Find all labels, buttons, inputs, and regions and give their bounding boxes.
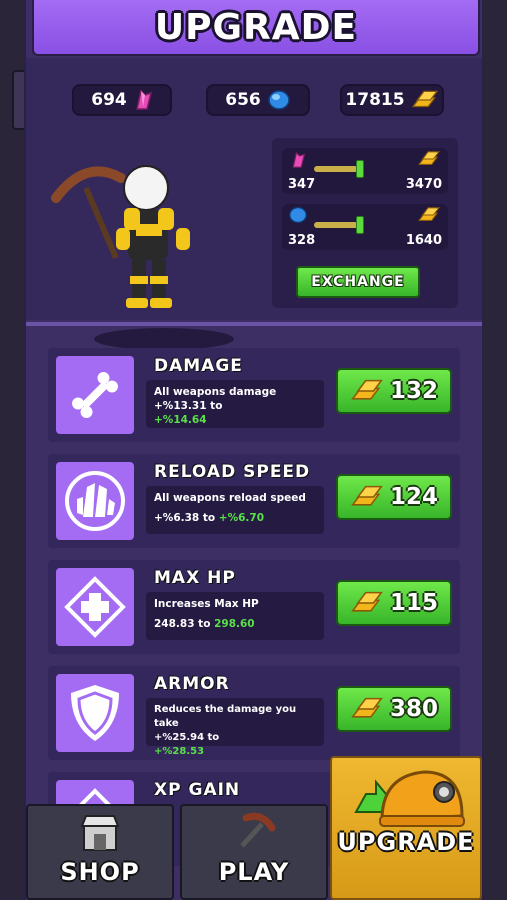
exchange-slider-handle[interactable] (356, 160, 364, 178)
buy-max-hp-button[interactable]: 115 (336, 580, 452, 626)
upgrade-name: MAX HP (154, 568, 236, 588)
character-preview (46, 148, 246, 358)
section-divider (26, 322, 482, 326)
buy-damage-button[interactable]: 132 (336, 368, 452, 414)
upgrade-card-damage: DAMAGE All weapons damage +%13.31 to +%1… (48, 348, 460, 442)
exchange-gold-amount: 1640 (405, 233, 442, 248)
title-bar: UPGRADE (32, 0, 480, 56)
upgrade-current-value: +%6.38 to (154, 512, 216, 524)
exchange-slider-track (314, 222, 358, 228)
upgrade-name: DAMAGE (154, 356, 243, 376)
pickaxe-icon (240, 812, 276, 848)
miner-helmet-icon (354, 770, 465, 827)
upgrade-current-value: +%25.94 to (154, 732, 220, 743)
upgrade-name: ARMOR (154, 674, 230, 694)
upgrade-desc-text: All weapons damage (154, 386, 277, 398)
gold-count: 17815 (345, 90, 405, 110)
upgrade-next-value: +%14.64 (154, 414, 207, 426)
upgrade-next-value: 298.60 (214, 618, 255, 630)
upgrade-description: All weapons reload speed +%6.38 to +%6.7… (146, 486, 324, 534)
buy-armor-button[interactable]: 380 (336, 686, 452, 732)
upgrade-desc-text: Reduces the damage you take (154, 704, 297, 729)
crystal-counter: 656 (206, 84, 310, 116)
upgrade-card-armor: ARMOR Reduces the damage you take +%25.9… (48, 666, 460, 760)
gold-bars-icon (411, 90, 438, 108)
gem-counter: 694 (72, 84, 172, 116)
gold-bars-icon (351, 485, 383, 506)
blue-crystal-icon (268, 90, 290, 110)
upgrade-description: Increases Max HP 248.83 to 298.60 (146, 592, 324, 640)
pink-gem-icon (135, 89, 152, 110)
blue-crystal-icon (289, 207, 307, 223)
exchange-panel: 347 3470 328 1640 EXCHANGE (272, 138, 458, 308)
upgrade-values: 248.83 to 298.60 (154, 617, 316, 631)
upgrade-name: XP GAIN (154, 780, 241, 800)
pink-gem-icon (292, 151, 306, 168)
health-cross-icon (56, 568, 134, 646)
gold-bars-icon (351, 591, 383, 612)
gold-counter: 17815 (340, 84, 444, 116)
bone-icon (56, 356, 134, 434)
crystal-cluster-icon (56, 462, 134, 540)
nav-shop-label: SHOP (60, 858, 140, 886)
miner-character-icon (51, 165, 190, 308)
exchange-slider-handle[interactable] (356, 216, 364, 234)
exchange-gem-amount: 347 (288, 177, 316, 192)
upgrade-price: 380 (389, 696, 438, 722)
upgrade-card-max-hp: MAX HP Increases Max HP 248.83 to 298.60… (48, 560, 460, 654)
crystal-count: 656 (225, 90, 261, 110)
exchange-row-crystals: 328 1640 (282, 204, 448, 250)
bottom-navigation: SHOP PLAY UPGRADE (24, 756, 484, 900)
upgrade-price: 124 (389, 484, 438, 510)
upgrade-current-value: +%13.31 to (154, 400, 223, 412)
upgrade-description: Reduces the damage you take +%25.94 to +… (146, 698, 324, 757)
nav-shop-button[interactable]: SHOP (26, 804, 174, 900)
gold-bars-icon (418, 151, 440, 165)
upgrade-price: 115 (389, 590, 438, 616)
exchange-slider-track (314, 166, 358, 172)
upgrade-desc-text: Increases Max HP (154, 598, 259, 610)
exchange-crystal-amount: 328 (288, 233, 316, 248)
upgrade-next-value: +%6.70 (218, 512, 265, 524)
upgrade-desc-text: All weapons reload speed (154, 492, 306, 504)
gold-bars-icon (351, 697, 383, 718)
gold-bars-icon (351, 379, 383, 400)
page-title: UPGRADE (154, 6, 358, 48)
exchange-button[interactable]: EXCHANGE (296, 266, 420, 298)
nav-play-button[interactable]: PLAY (180, 804, 328, 900)
resources-section: 694 656 17815 347 3470 328 1640 EXCHANGE (26, 58, 482, 350)
upgrade-card-reload-speed: RELOAD SPEED All weapons reload speed +%… (48, 454, 460, 548)
upgrade-values: +%6.38 to +%6.70 (154, 511, 316, 525)
nav-upgrade-button[interactable]: UPGRADE (330, 756, 482, 900)
upgrade-name: RELOAD SPEED (154, 462, 311, 482)
gem-count: 694 (91, 90, 127, 110)
upgrade-price: 132 (389, 378, 438, 404)
upgrade-next-value: +%28.53 (154, 746, 205, 757)
shield-icon (56, 674, 134, 752)
buy-reload-speed-button[interactable]: 124 (336, 474, 452, 520)
gold-bars-icon (418, 207, 440, 221)
upgrade-current-value: 248.83 to (154, 618, 211, 630)
exchange-row-gems: 347 3470 (282, 148, 448, 194)
exchange-gold-amount: 3470 (405, 177, 442, 192)
nav-play-label: PLAY (218, 858, 290, 886)
shop-icon (80, 815, 120, 851)
upgrade-description: All weapons damage +%13.31 to +%14.64 (146, 380, 324, 428)
